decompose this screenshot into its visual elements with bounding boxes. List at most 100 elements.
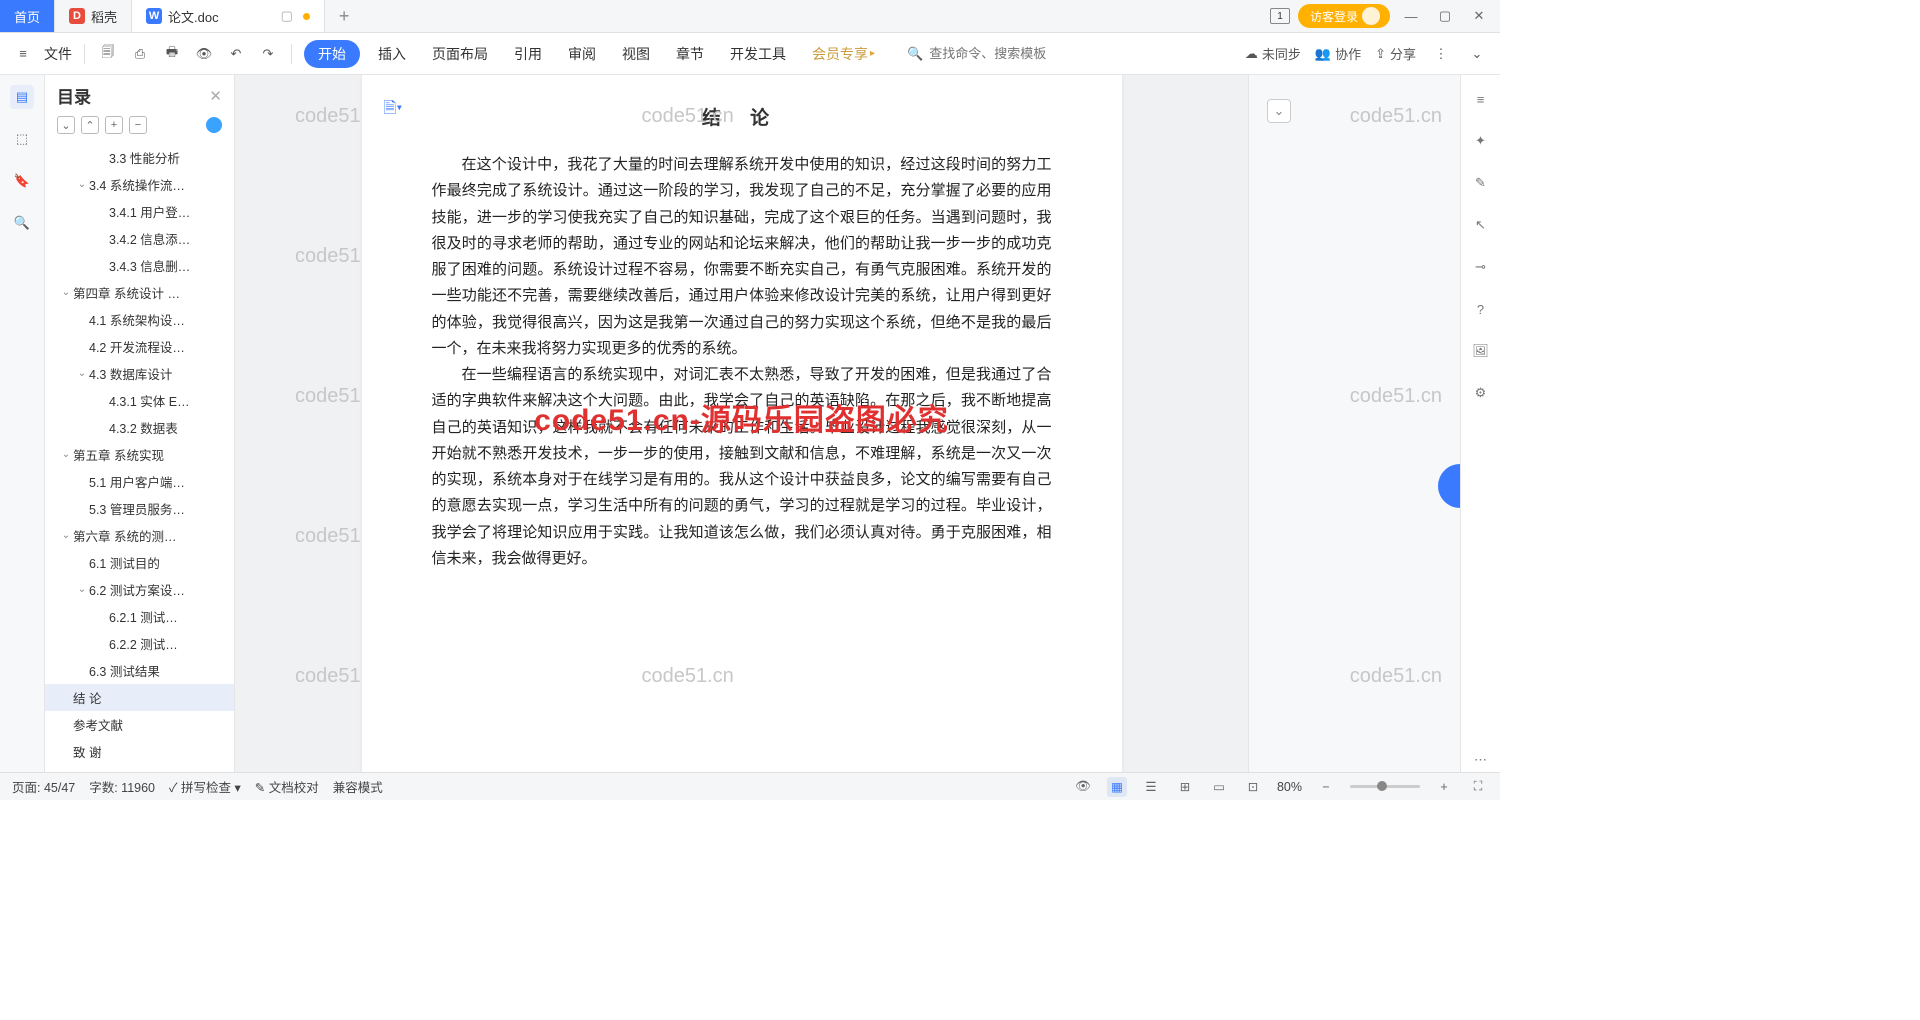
toc-item[interactable]: 4.3.1 实体 E… bbox=[45, 387, 234, 414]
login-button[interactable]: 访客登录 bbox=[1298, 4, 1390, 28]
toc-item[interactable]: ⌄4.3 数据库设计 bbox=[45, 360, 234, 387]
toc-item[interactable]: 致 谢 bbox=[45, 738, 234, 765]
rrail-style-icon[interactable]: ≡ bbox=[1469, 87, 1493, 111]
menu-view[interactable]: 视图 bbox=[614, 40, 658, 68]
toc-item[interactable]: 6.1 测试目的 bbox=[45, 549, 234, 576]
rail-outline-icon[interactable]: ▤ bbox=[10, 85, 34, 109]
menu-insert[interactable]: 插入 bbox=[370, 40, 414, 68]
maximize-button[interactable]: ▢ bbox=[1432, 3, 1458, 29]
toc-item[interactable]: 6.3 测试结果 bbox=[45, 657, 234, 684]
hamburger-icon[interactable]: ≡ bbox=[12, 43, 34, 65]
status-compat[interactable]: 兼容模式 bbox=[333, 777, 383, 796]
toc-item[interactable]: 结 论 bbox=[45, 684, 234, 711]
toc-remove-icon[interactable]: − bbox=[129, 116, 147, 134]
tab-document[interactable]: W 论文.doc ▢ bbox=[132, 0, 325, 32]
rrail-gear-icon[interactable]: ⚙ bbox=[1469, 381, 1493, 405]
undo-icon[interactable]: ↶ bbox=[225, 43, 247, 65]
status-spellcheck[interactable]: ✓ 拼写检查 ▾ bbox=[169, 777, 241, 796]
menu-chapter[interactable]: 章节 bbox=[668, 40, 712, 68]
export-icon[interactable]: ⎙ bbox=[129, 43, 151, 65]
menu-vip[interactable]: 会员专享 ▸ bbox=[804, 40, 883, 68]
window-count-icon[interactable]: 1 bbox=[1270, 8, 1290, 24]
rrail-settings-icon[interactable]: ⊸ bbox=[1469, 255, 1493, 279]
rrail-more-icon[interactable]: ⋯ bbox=[1469, 748, 1493, 772]
unsync-button[interactable]: ☁未同步 bbox=[1245, 44, 1301, 63]
toc-item[interactable]: 5.1 用户客户端… bbox=[45, 468, 234, 495]
toc-item[interactable]: 4.3.2 数据表 bbox=[45, 414, 234, 441]
zoom-in-icon[interactable]: + bbox=[1434, 777, 1454, 797]
toc-item[interactable]: 3.4.2 信息添… bbox=[45, 225, 234, 252]
status-page-view-icon[interactable]: ▦ bbox=[1107, 777, 1127, 797]
status-proof[interactable]: ✎ 文档校对 bbox=[255, 777, 319, 796]
screen-icon[interactable]: ▢ bbox=[281, 8, 293, 24]
toc-item[interactable]: 4.1 系统架构设… bbox=[45, 306, 234, 333]
coop-button[interactable]: 👥协作 bbox=[1315, 44, 1361, 63]
toc-item[interactable]: 6.2.2 测试… bbox=[45, 630, 234, 657]
toc-sync-icon[interactable] bbox=[206, 117, 222, 133]
toc-item[interactable]: ⌄3.4 系统操作流… bbox=[45, 171, 234, 198]
right-rail: ≡ ✦ ✎ ↖ ⊸ ? 🖼 ⚙ ⋯ bbox=[1460, 75, 1500, 772]
zoom-fit-icon[interactable]: ⊡ bbox=[1243, 777, 1263, 797]
minimize-button[interactable]: — bbox=[1398, 3, 1424, 29]
toc-item[interactable]: ⌄第五章 系统实现 bbox=[45, 441, 234, 468]
right-panel-toggle-icon[interactable]: ⌄ bbox=[1267, 99, 1291, 123]
save-icon[interactable]: 🗐 bbox=[97, 43, 119, 65]
toc-item[interactable]: ⌄6.2 测试方案设… bbox=[45, 576, 234, 603]
status-eye-icon[interactable]: 👁 bbox=[1073, 777, 1093, 797]
status-read-view-icon[interactable]: ▭ bbox=[1209, 777, 1229, 797]
menu-reference[interactable]: 引用 bbox=[506, 40, 550, 68]
rrail-edit-icon[interactable]: ✎ bbox=[1469, 171, 1493, 195]
toc-add-icon[interactable]: + bbox=[105, 116, 123, 134]
command-search[interactable]: 🔍 bbox=[903, 46, 1073, 62]
close-button[interactable]: ✕ bbox=[1466, 3, 1492, 29]
menu-start[interactable]: 开始 bbox=[304, 40, 360, 68]
more-icon[interactable]: ⋮ bbox=[1430, 43, 1452, 65]
zoom-out-icon[interactable]: − bbox=[1316, 777, 1336, 797]
status-web-view-icon[interactable]: ⊞ bbox=[1175, 777, 1195, 797]
zoom-slider[interactable] bbox=[1350, 785, 1420, 788]
share-button[interactable]: ⇪分享 bbox=[1375, 44, 1416, 63]
status-outline-view-icon[interactable]: ☰ bbox=[1141, 777, 1161, 797]
zoom-level[interactable]: 80% bbox=[1277, 780, 1302, 794]
toc-item[interactable]: 3.4.1 用户登… bbox=[45, 198, 234, 225]
status-words[interactable]: 字数: 11960 bbox=[89, 777, 155, 796]
menu-review[interactable]: 审阅 bbox=[560, 40, 604, 68]
toc-item[interactable]: ⌄第四章 系统设计 … bbox=[45, 279, 234, 306]
menu-devtools[interactable]: 开发工具 bbox=[722, 40, 794, 68]
page-anchor-icon[interactable]: 🗎▾ bbox=[384, 97, 403, 124]
toc-item[interactable]: 3.3 性能分析 bbox=[45, 144, 234, 171]
rrail-help-icon[interactable]: ? bbox=[1469, 297, 1493, 321]
menu-layout[interactable]: 页面布局 bbox=[424, 40, 496, 68]
tab-home[interactable]: 首页 bbox=[0, 0, 55, 32]
rail-nav-icon[interactable]: ⬚ bbox=[10, 127, 34, 151]
status-page[interactable]: 页面: 45/47 bbox=[12, 777, 75, 796]
titlebar: 首页 D稻壳 W 论文.doc ▢ + 1 访客登录 — ▢ ✕ bbox=[0, 0, 1500, 33]
tab-daoke[interactable]: D稻壳 bbox=[55, 0, 132, 32]
rrail-select-icon[interactable]: ↖ bbox=[1469, 213, 1493, 237]
redo-icon[interactable]: ↷ bbox=[257, 43, 279, 65]
rrail-optimize-icon[interactable]: ✦ bbox=[1469, 129, 1493, 153]
toc-item[interactable]: 4.2 开发流程设… bbox=[45, 333, 234, 360]
toc-expand-icon[interactable]: ⌃ bbox=[81, 116, 99, 134]
document-pane[interactable]: code51.cn code51.cn code51.cn code51.cn … bbox=[235, 75, 1248, 772]
tab-new[interactable]: + bbox=[325, 0, 364, 32]
toc-item[interactable]: 3.4.3 信息删… bbox=[45, 252, 234, 279]
toc-item[interactable]: 参考文献 bbox=[45, 711, 234, 738]
toc-item[interactable]: ⌄第六章 系统的测… bbox=[45, 522, 234, 549]
toc-close-icon[interactable]: ✕ bbox=[209, 87, 222, 105]
toc-item[interactable]: 5.3 管理员服务… bbox=[45, 495, 234, 522]
toc-collapse-icon[interactable]: ⌄ bbox=[57, 116, 75, 134]
preview-icon[interactable]: 👁 bbox=[193, 43, 215, 65]
collapse-ribbon-icon[interactable]: ⌄ bbox=[1466, 43, 1488, 65]
search-icon: 🔍 bbox=[907, 46, 923, 62]
right-drawer-handle[interactable] bbox=[1438, 464, 1460, 508]
toc-item[interactable]: 6.2.1 测试… bbox=[45, 603, 234, 630]
fullscreen-icon[interactable]: ⛶ bbox=[1468, 777, 1488, 797]
rail-search-icon[interactable]: 🔍 bbox=[10, 211, 34, 235]
document-name: 论文.doc bbox=[168, 7, 219, 26]
search-input[interactable] bbox=[929, 46, 1069, 61]
file-menu[interactable]: 文件 bbox=[44, 44, 72, 64]
print-icon[interactable]: 🖶 bbox=[161, 43, 183, 65]
rail-bookmark-icon[interactable]: 🔖 bbox=[10, 169, 34, 193]
rrail-image-icon[interactable]: 🖼 bbox=[1469, 339, 1493, 363]
